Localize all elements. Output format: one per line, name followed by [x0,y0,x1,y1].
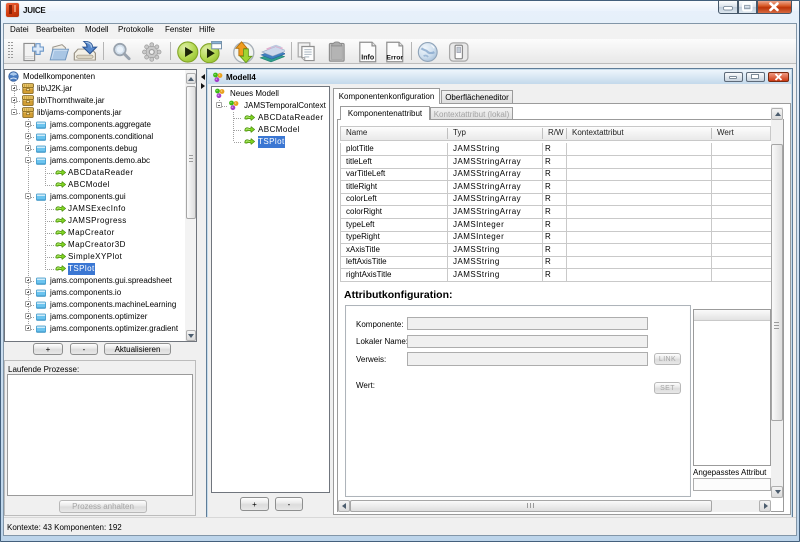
svg-text:Error: Error [386,54,403,61]
svg-text:Info: Info [361,53,375,61]
